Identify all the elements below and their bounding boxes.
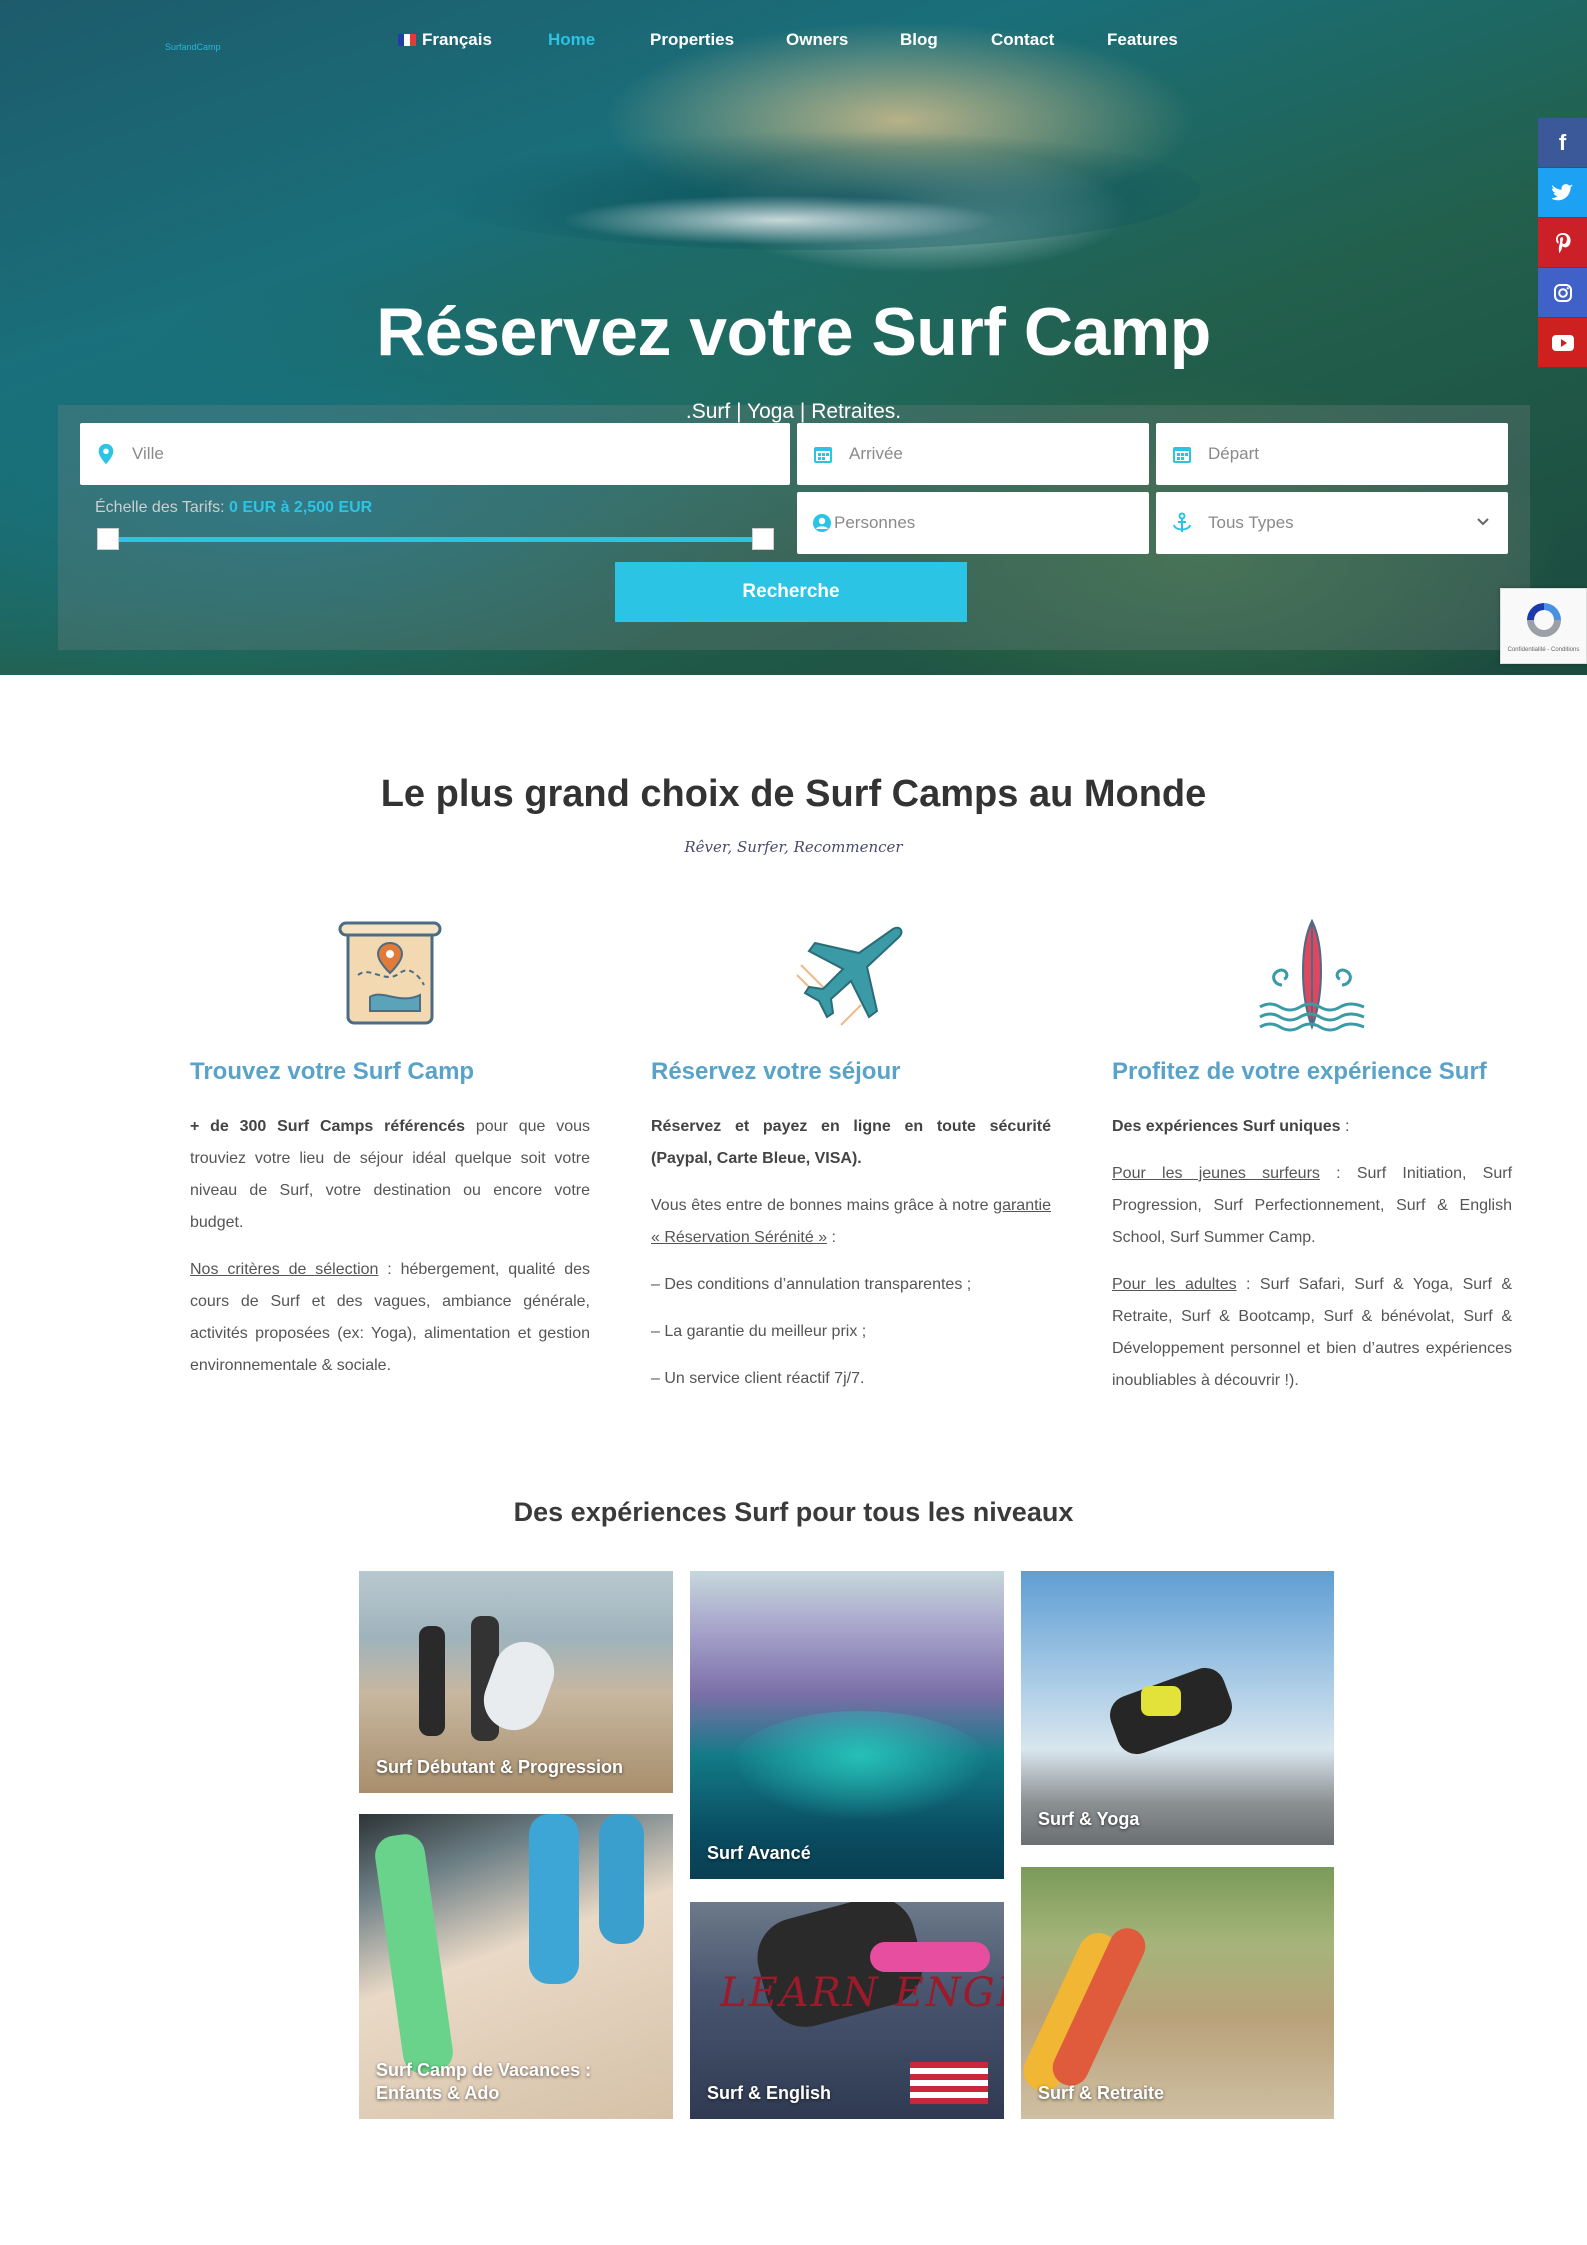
french-flag-icon (398, 34, 416, 46)
persons-field[interactable]: Personnes (797, 492, 1149, 554)
tile-label: Surf & English (707, 2083, 832, 2103)
feature-paragraph: Nos critères de sélection : hébergement,… (190, 1254, 590, 1382)
surfer-figure (419, 1626, 445, 1736)
feature-paragraph: Réservez et payez en ligne en toute sécu… (651, 1111, 1051, 1175)
young-surfers-link[interactable]: Pour les jeunes surfeurs (1112, 1165, 1320, 1182)
feature-text: : (827, 1229, 836, 1246)
nav-item-features[interactable]: Features (1107, 30, 1178, 50)
nav-item-contact[interactable]: Contact (991, 30, 1054, 50)
feature-title: Profitez de votre expérience Surf (1112, 1058, 1487, 1085)
nav-item-properties[interactable]: Properties (650, 30, 734, 50)
feature-paragraph: Des expériences Surf uniques : (1112, 1111, 1512, 1143)
nav-item-home[interactable]: Home (548, 30, 595, 50)
arrival-placeholder: Arrivée (849, 444, 903, 463)
feature-list-item: – La garantie du meilleur prix ; (651, 1323, 867, 1340)
twitter-icon[interactable] (1538, 168, 1587, 217)
learn-english-text: LEARN ENGLISH (720, 1970, 1004, 2016)
hero-foam-image (560, 195, 1000, 245)
hero-title: Réservez votre Surf Camp (376, 294, 1211, 370)
feature-body: Des expériences Surf uniques : Pour les … (1112, 1111, 1512, 1412)
feature-paragraph: + de 300 Surf Camps référencés pour que … (190, 1111, 590, 1239)
city-field[interactable]: Ville (80, 423, 790, 485)
feature-list-item: – Un service client réactif 7j/7. (651, 1370, 865, 1387)
section-title: Le plus grand choix de Surf Camps au Mon… (380, 773, 1207, 815)
feature-body: Réservez et payez en ligne en toute sécu… (651, 1111, 1051, 1410)
type-select[interactable]: Tous Types (1156, 492, 1508, 554)
feature-text: Vous êtes entre de bonnes mains grâce à … (651, 1197, 994, 1214)
nav-language-french[interactable]: Français (398, 30, 492, 50)
wave-image (730, 1711, 990, 1821)
tile-label: Surf Débutant & Progression (376, 1757, 624, 1777)
leg-image (599, 1814, 644, 1944)
recaptcha-badge[interactable]: Confidentialité - Conditions (1500, 588, 1587, 664)
social-sidebar: f (1538, 118, 1587, 368)
hero-banner: SurfandCamp Français Home Properties Own… (0, 0, 1587, 675)
anchor-icon (1173, 512, 1191, 532)
tile-surf-english[interactable]: LEARN ENGLISH Surf & English (690, 1902, 1004, 2119)
feature-bold-text: + de 300 Surf Camps référencés (190, 1118, 466, 1135)
calendar-icon (1173, 447, 1191, 463)
usa-flag-icon (910, 2062, 988, 2104)
search-button[interactable]: Recherche (615, 562, 967, 622)
tile-surf-debutant[interactable]: Surf Débutant & Progression (359, 1571, 673, 1793)
feature-paragraph: Vous êtes entre de bonnes mains grâce à … (651, 1190, 1051, 1254)
city-placeholder: Ville (132, 444, 164, 463)
feature-paragraph: Pour les adultes : Surf Safari, Surf & Y… (1112, 1269, 1512, 1397)
type-select-value: Tous Types (1208, 513, 1294, 532)
price-range-value: 0 EUR à 2,500 EUR (229, 499, 373, 516)
surfboard-image (870, 1942, 990, 1972)
price-range-label: Échelle des Tarifs: 0 EUR à 2,500 EUR (95, 499, 372, 517)
section-tagline: Rêver, Surfer, Recommencer (684, 838, 903, 856)
price-slider-track[interactable] (107, 537, 763, 542)
tile-surf-camp-vacances[interactable]: Surf Camp de Vacances : Enfants & Ado (359, 1814, 673, 2119)
tile-surf-retraite[interactable]: Surf & Retraite (1021, 1867, 1334, 2119)
main-nav: Français Home Properties Owners Blog Con… (0, 30, 1587, 54)
calendar-icon (814, 447, 832, 463)
feature-bold-text: Réservez et payez en ligne en toute sécu… (651, 1118, 1051, 1167)
tile-label: Surf & Retraite (1038, 2083, 1165, 2103)
pinterest-icon[interactable] (1538, 218, 1587, 267)
feature-text: : (1340, 1118, 1350, 1135)
departure-date-field[interactable]: Départ (1156, 423, 1508, 485)
feature-title: Trouvez votre Surf Camp (190, 1058, 475, 1085)
yoga-person-image (1141, 1686, 1181, 1716)
persons-placeholder: Personnes (834, 513, 916, 532)
facebook-icon[interactable]: f (1538, 118, 1587, 167)
surfboard-waves-icon (1259, 918, 1365, 1032)
recaptcha-icon (1526, 603, 1561, 637)
nav-item-blog[interactable]: Blog (900, 30, 938, 50)
price-slider-min-handle[interactable] (97, 528, 119, 550)
user-circle-icon (813, 514, 831, 532)
treasure-map-icon (338, 921, 442, 1025)
chevron-down-icon (1477, 518, 1489, 526)
feature-list-item: – Des conditions d’annulation transparen… (651, 1276, 972, 1293)
recaptcha-links[interactable]: Confidentialité - Conditions (1508, 647, 1580, 653)
airplane-icon (796, 926, 903, 1026)
feature-bold-text: Des expériences Surf uniques (1112, 1118, 1341, 1135)
feature-title: Réservez votre séjour (651, 1058, 901, 1085)
nav-item-owners[interactable]: Owners (786, 30, 848, 50)
map-pin-icon (98, 443, 114, 465)
instagram-icon[interactable] (1538, 268, 1587, 317)
tile-surf-yoga[interactable]: Surf & Yoga (1021, 1571, 1334, 1845)
feature-body: + de 300 Surf Camps référencés pour que … (190, 1111, 590, 1397)
tile-surf-avance[interactable]: Surf Avancé (690, 1571, 1004, 1879)
hero-subtitle: .Surf | Yoga | Retraites. (685, 400, 902, 423)
tile-label: Surf Avancé (707, 1843, 811, 1863)
selection-criteria-link[interactable]: Nos critères de sélection (190, 1261, 378, 1278)
leg-image (529, 1814, 579, 1984)
section-title: Des expériences Surf pour tous les nivea… (513, 1497, 1074, 1527)
feature-paragraph: Pour les jeunes surfeurs : Surf Initiati… (1112, 1158, 1512, 1254)
tile-label: Surf & Yoga (1038, 1809, 1140, 1829)
departure-placeholder: Départ (1208, 444, 1260, 463)
leg-image (372, 1831, 456, 2077)
nav-item-label: Français (422, 30, 492, 49)
price-range-caption: Échelle des Tarifs: (95, 499, 225, 516)
tile-label: Surf Camp de Vacances : Enfants & Ado (376, 2060, 592, 2103)
arrival-date-field[interactable]: Arrivée (797, 423, 1149, 485)
youtube-icon[interactable] (1538, 318, 1587, 367)
price-slider-max-handle[interactable] (752, 528, 774, 550)
adults-link[interactable]: Pour les adultes (1112, 1276, 1237, 1293)
